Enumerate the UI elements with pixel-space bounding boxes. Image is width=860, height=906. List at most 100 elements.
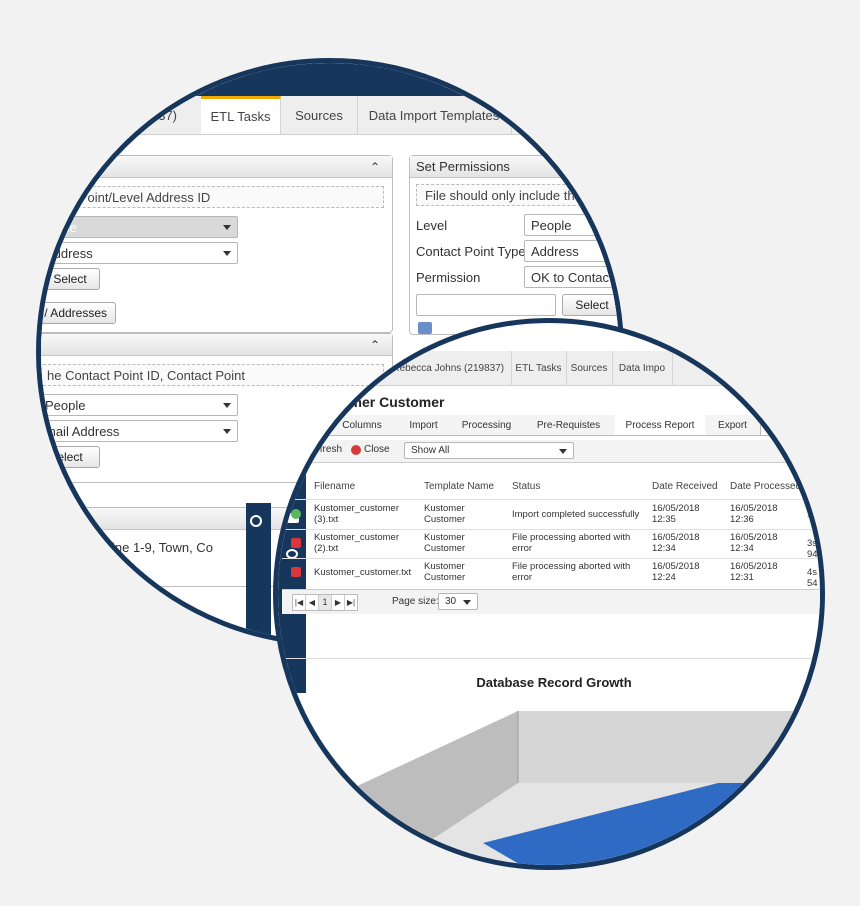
- tab-data-import-templates[interactable]: Data Import Templates: [357, 96, 512, 134]
- cell-status: error: [512, 543, 533, 554]
- prev-page-icon[interactable]: ◀: [306, 595, 319, 610]
- perm-select-button[interactable]: Select: [562, 294, 619, 316]
- subtab-other[interactable]: r: [306, 415, 329, 435]
- cell-filename: Kustomer_customer: [314, 503, 400, 514]
- cell-received: 12:34: [652, 543, 676, 554]
- cell-template: Customer: [424, 514, 466, 525]
- header-date-processed[interactable]: Date Processed: [730, 481, 801, 492]
- cell-template: Kustomer: [424, 503, 465, 514]
- cell-received: 12:35: [652, 514, 676, 525]
- subtab-process-report[interactable]: Process Report: [615, 415, 706, 435]
- tab-etl-front-label: ETL Tasks: [515, 362, 562, 374]
- main-tab-bar: (219837) ETL Tasks Sources Data Import T…: [41, 96, 619, 135]
- cell-status: File processing aborted with: [512, 561, 631, 572]
- subtab-processing[interactable]: Processing: [451, 415, 523, 435]
- level-select[interactable]: eople: [41, 216, 238, 238]
- status-filter-select[interactable]: Show All: [404, 442, 574, 459]
- cell-template: Customer: [424, 543, 466, 554]
- select-button-label: Select: [53, 272, 87, 286]
- cell-status: Import completed successfully: [512, 509, 640, 520]
- tab-sources[interactable]: Sources: [281, 96, 358, 134]
- header-status[interactable]: Status: [512, 481, 540, 492]
- subtab-other-label: r: [315, 419, 319, 431]
- page-size-select[interactable]: 30: [438, 593, 478, 610]
- header-filename[interactable]: Filename: [314, 481, 355, 492]
- close-label: Close: [364, 444, 390, 455]
- subtab-prerequisites-label: Pre-Requistes: [536, 419, 601, 431]
- row-divider: [282, 499, 820, 500]
- level-select-2-value: People: [45, 397, 86, 413]
- tab-user-label: Mrs Rebecca Johns (219837): [372, 362, 505, 374]
- table-row[interactable]: Kustomer_customer (3).txt Kustomer Custome…: [282, 501, 820, 529]
- field-description-text: ntact Point/Level Address ID: [47, 189, 211, 205]
- level-select-value: eople: [45, 219, 77, 235]
- next-page-icon[interactable]: ▶: [332, 595, 345, 610]
- save-icon[interactable]: [418, 322, 432, 334]
- addresses-button[interactable]: s / Addresses: [41, 302, 116, 324]
- tab-data-import-front[interactable]: Data Impo: [612, 351, 673, 385]
- contact-type-select[interactable]: Address: [41, 242, 238, 264]
- cell-processed: 16/05/2018: [730, 561, 778, 572]
- level-select-2[interactable]: People: [41, 394, 238, 416]
- cell-processed: 16/05/2018: [730, 532, 778, 543]
- subtab-export-label: Export: [718, 419, 747, 431]
- report-toolbar: Refresh Close Show All: [286, 440, 820, 463]
- subtab-processing-label: Processing: [461, 419, 512, 431]
- contact-point-select-2[interactable]: mail Address: [41, 420, 238, 442]
- header-template-name[interactable]: Template Name: [424, 481, 494, 492]
- last-page-icon[interactable]: ▶|: [345, 595, 357, 610]
- perm-level-select[interactable]: People: [524, 214, 619, 236]
- error-icon: [291, 567, 301, 577]
- refresh-button[interactable]: Refresh: [294, 444, 342, 455]
- cell-received: 16/05/2018: [652, 561, 700, 572]
- field-description-2-text: he Contact Point ID, Contact Point: [47, 367, 245, 383]
- tab-user[interactable]: Mrs Rebecca Johns (219837): [366, 351, 512, 385]
- permission-label: Permission: [416, 270, 481, 285]
- subtab-import[interactable]: Import: [396, 415, 452, 435]
- clock-icon[interactable]: [250, 515, 262, 527]
- tab-account[interactable]: (219837): [101, 96, 202, 134]
- first-page-icon[interactable]: |◀: [293, 595, 306, 610]
- subtab-export[interactable]: Export: [705, 415, 761, 435]
- tab-etl-tasks[interactable]: ETL Tasks: [201, 96, 281, 134]
- cell-filename: Kustomer_customer: [314, 532, 400, 543]
- subtab-import-label: Import: [409, 419, 438, 431]
- perm-type-select[interactable]: Address: [524, 240, 619, 262]
- cell-processed: 12:34: [730, 543, 754, 554]
- tab-data-import-front-label: Data Impo: [618, 362, 666, 374]
- permission-select[interactable]: OK to Contact: [524, 266, 619, 288]
- subtab-prerequisites[interactable]: Pre-Requistes: [522, 415, 616, 435]
- cell-processed: 12:31: [730, 572, 754, 583]
- subtab-columns[interactable]: Columns: [328, 415, 397, 435]
- dropdown-arrow-icon: [223, 225, 231, 230]
- close-button[interactable]: Close: [351, 444, 390, 455]
- success-icon: [291, 509, 301, 519]
- select-button[interactable]: Select: [41, 268, 100, 290]
- table-row[interactable]: Kustomer_customer (2).txt Kustomer Custome…: [282, 530, 820, 560]
- subtab-columns-label: Columns: [342, 419, 382, 431]
- tab-sources-front[interactable]: Sources: [566, 351, 613, 385]
- header-duration[interactable]: (: [807, 481, 810, 492]
- cell-processed: 12:36: [730, 514, 754, 525]
- dropdown-arrow-icon: [463, 599, 471, 605]
- contact-point-type-label: Contact Point Type: [416, 244, 526, 259]
- cell-template: Kustomer: [424, 532, 465, 543]
- top-nav-band: [41, 63, 619, 96]
- field-description: ntact Point/Level Address ID: [41, 186, 384, 208]
- select-button-2[interactable]: elect: [41, 446, 100, 468]
- current-page[interactable]: 1: [319, 595, 332, 610]
- set-permissions-panel: Set Permissions File should only include…: [409, 155, 619, 335]
- collapse-chevron-icon[interactable]: ⌃: [370, 338, 380, 352]
- permissions-info: File should only include the Co: [416, 184, 619, 206]
- chart-3d-area: [278, 711, 820, 865]
- set-permissions-title: Set Permissions: [416, 159, 510, 174]
- tab-etl-tasks-front[interactable]: ETL Tasks: [511, 351, 567, 385]
- cell-received: 12:24: [652, 572, 676, 583]
- perm-level-value: People: [531, 217, 572, 233]
- page-title: ustomer Customer: [320, 394, 445, 410]
- collapse-chevron-icon[interactable]: ⌃: [370, 160, 380, 174]
- header-date-received[interactable]: Date Received: [652, 481, 718, 492]
- permission-text-input[interactable]: [416, 294, 556, 316]
- table-row[interactable]: Kustomer_customer.txt Kustomer Customer F…: [282, 559, 820, 589]
- dropdown-arrow-icon: [223, 429, 231, 434]
